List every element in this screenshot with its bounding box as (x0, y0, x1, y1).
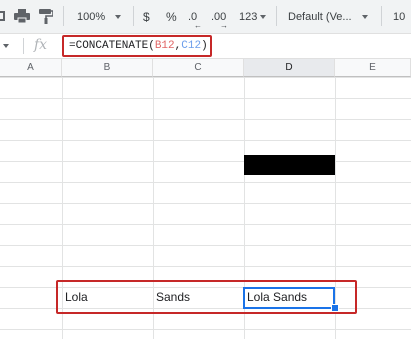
toolbar-divider (133, 6, 134, 26)
format-percent-button[interactable]: % (166, 8, 177, 26)
formula-input[interactable]: =CONCATENATE(B12,C12) (62, 35, 212, 57)
fx-icon: fx (34, 37, 48, 53)
chevron-down-icon (361, 15, 368, 20)
arrow-left-icon: ← (194, 21, 202, 30)
chevron-down-icon (115, 15, 122, 20)
more-formats-button[interactable]: 123 (239, 8, 267, 26)
paint-format-icon[interactable] (39, 9, 54, 24)
column-header-a[interactable]: A (0, 59, 62, 77)
font-size-select[interactable]: 10 (393, 8, 405, 26)
black-filled-cell[interactable] (244, 155, 335, 175)
font-family-select[interactable]: Default (Ve... (288, 8, 368, 26)
zoom-value: 100% (77, 11, 106, 23)
formula-ref-b12: B12 (154, 40, 175, 52)
toolbar-divider (276, 6, 277, 26)
column-header-d[interactable]: D (244, 59, 335, 77)
zoom-select[interactable]: 100% (77, 8, 122, 26)
column-header-c[interactable]: C (153, 59, 244, 77)
formula-suffix: ) (201, 40, 208, 52)
name-box-chevron-down-icon[interactable] (3, 44, 9, 48)
font-family-value: Default (Ve... (288, 11, 352, 23)
chevron-down-icon (260, 15, 267, 20)
formula-ref-c12: C12 (181, 40, 202, 52)
toolbar-divider (63, 6, 64, 26)
name-box-divider (23, 38, 24, 54)
formula-prefix: =CONCATENATE( (69, 40, 155, 52)
formula-bar: fx =CONCATENATE(B12,C12) (0, 34, 411, 59)
row-highlight-annotation (56, 280, 357, 314)
arrow-right-icon: → (220, 21, 228, 30)
more-formats-label: 123 (239, 11, 258, 23)
toolbar-divider (381, 6, 382, 26)
column-header-e[interactable]: E (335, 59, 411, 77)
format-currency-button[interactable]: $ (143, 8, 150, 26)
print-icon[interactable] (14, 9, 30, 24)
undo-icon[interactable] (0, 10, 6, 22)
column-header-b[interactable]: B (62, 59, 153, 77)
toolbar: 100% $ % .0 ← .00 → 123 Default (Ve... 1… (0, 0, 411, 34)
